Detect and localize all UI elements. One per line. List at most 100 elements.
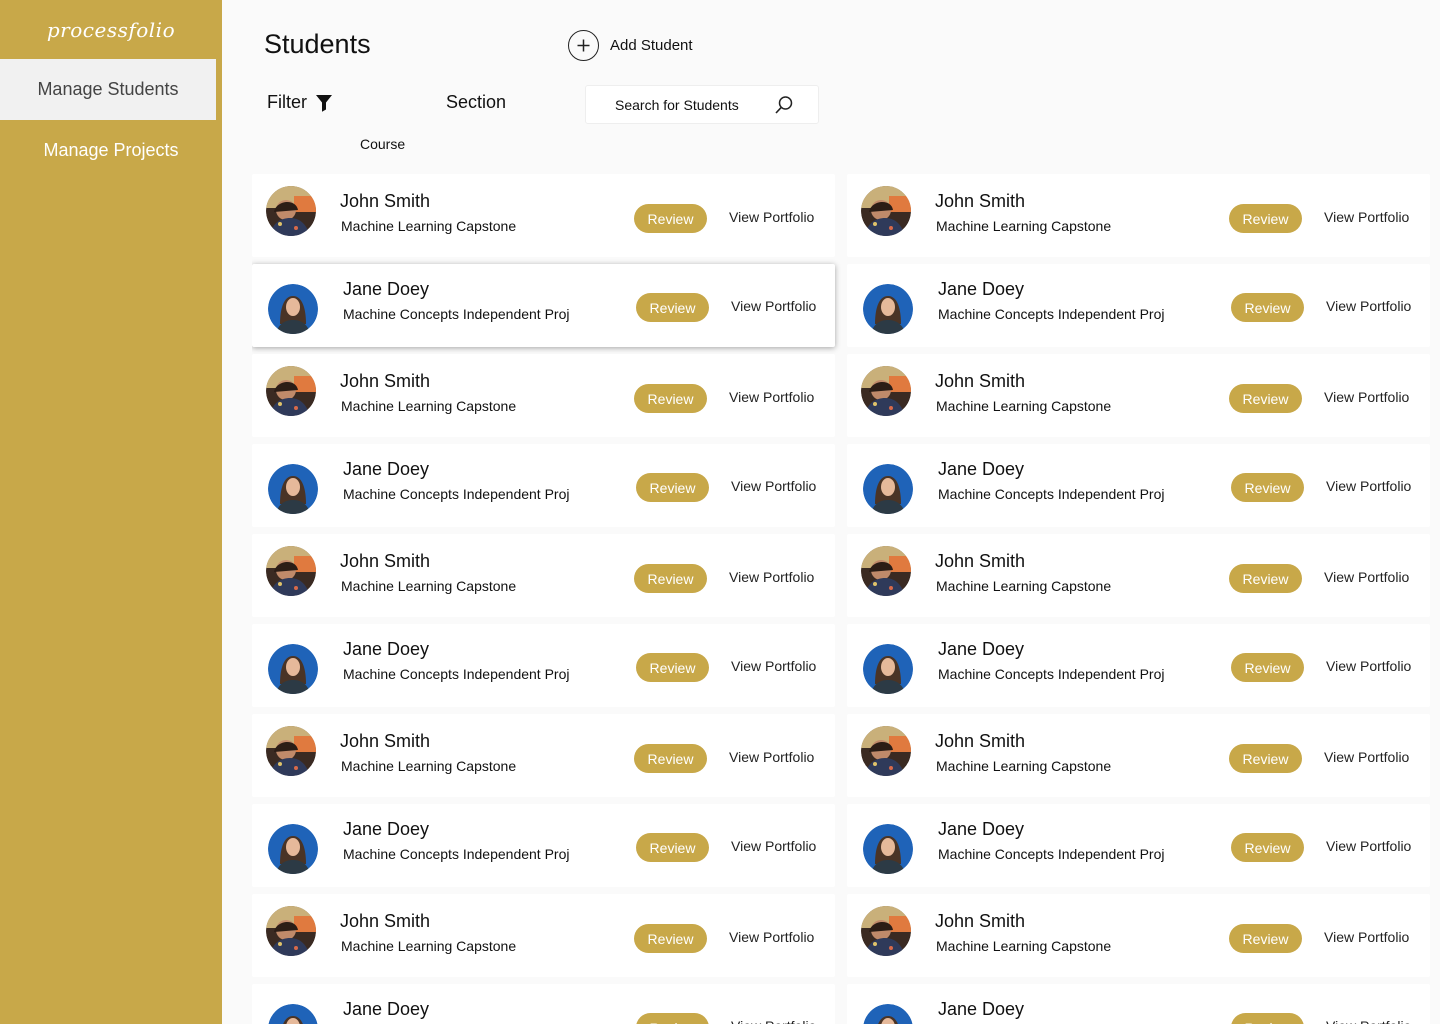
view-portfolio-link[interactable]: View Portfolio — [1324, 389, 1409, 405]
student-card[interactable]: John Smith Machine Learning Capstone Revie… — [252, 714, 835, 797]
page-title: Students — [264, 29, 371, 59]
view-portfolio-link[interactable]: View Portfolio — [1326, 478, 1411, 494]
search-input[interactable] — [615, 96, 775, 113]
review-button[interactable]: Review — [636, 293, 709, 322]
student-card[interactable]: Jane Doey Machine Concepts Independent Pr… — [252, 624, 835, 707]
student-card[interactable]: John Smith Machine Learning Capstone Revie… — [847, 174, 1430, 257]
student-name: John Smith — [935, 551, 1026, 571]
course-filter[interactable]: Course — [360, 136, 405, 152]
student-card[interactable]: John Smith Machine Learning Capstone Revie… — [252, 174, 835, 257]
view-portfolio-link[interactable]: View Portfolio — [1324, 209, 1409, 225]
view-portfolio-link[interactable]: View Portfolio — [1324, 749, 1409, 765]
sidebar-item-manage-projects[interactable]: Manage Projects — [0, 120, 222, 181]
review-button[interactable]: Review — [634, 204, 707, 233]
review-button[interactable]: Review — [1231, 293, 1304, 322]
student-name: John Smith — [340, 371, 431, 391]
view-portfolio-link[interactable]: View Portfolio — [729, 749, 814, 765]
filter-bar: Filter Course Section — [267, 92, 506, 152]
view-portfolio-link[interactable]: View Portfolio — [1326, 658, 1411, 674]
student-name: John Smith — [340, 911, 431, 931]
view-portfolio-link[interactable]: View Portfolio — [1326, 1018, 1411, 1024]
view-portfolio-link[interactable]: View Portfolio — [729, 569, 814, 585]
student-name: John Smith — [340, 731, 431, 751]
view-portfolio-link[interactable]: View Portfolio — [729, 929, 814, 945]
student-name: Jane Doey — [343, 279, 430, 299]
student-card[interactable]: Jane Doey Machine Concepts Independent Pr… — [252, 804, 835, 887]
student-card[interactable]: John Smith Machine Learning Capstone Revie… — [847, 894, 1430, 977]
student-course: Machine Learning Capstone — [341, 758, 517, 774]
student-course: Machine Concepts Independent Proj — [343, 486, 570, 502]
filter-label: Filter — [267, 92, 307, 112]
student-card[interactable]: John Smith Machine Learning Capstone Revie… — [252, 354, 835, 437]
review-button[interactable]: Review — [636, 1013, 709, 1024]
view-portfolio-link[interactable]: View Portfolio — [731, 1018, 816, 1024]
section-filter[interactable]: Section — [446, 92, 506, 113]
filter-button[interactable]: Filter — [267, 92, 332, 113]
avatar — [268, 644, 318, 694]
student-card[interactable]: Jane Doey Machine Concepts Independent Pr… — [847, 264, 1430, 347]
review-button[interactable]: Review — [1229, 564, 1302, 593]
student-card[interactable]: John Smith Machine Learning Capstone Revie… — [252, 894, 835, 977]
review-button[interactable]: Review — [634, 564, 707, 593]
student-card[interactable]: John Smith Machine Learning Capstone Revie… — [847, 354, 1430, 437]
student-name: John Smith — [935, 911, 1026, 931]
view-portfolio-link[interactable]: View Portfolio — [1324, 929, 1409, 945]
search-icon[interactable] — [774, 95, 794, 120]
plus-circle-icon — [568, 30, 599, 61]
review-button[interactable]: Review — [1231, 473, 1304, 502]
student-name: John Smith — [340, 191, 431, 211]
review-button[interactable]: Review — [1231, 1013, 1304, 1024]
student-course: Machine Learning Capstone — [936, 938, 1112, 954]
review-button[interactable]: Review — [1229, 204, 1302, 233]
student-name: John Smith — [935, 371, 1026, 391]
student-course: Machine Learning Capstone — [936, 218, 1112, 234]
review-button[interactable]: Review — [636, 833, 709, 862]
student-card[interactable]: John Smith Machine Learning Capstone Revie… — [847, 714, 1430, 797]
avatar — [268, 824, 318, 874]
view-portfolio-link[interactable]: View Portfolio — [1326, 298, 1411, 314]
funnel-icon — [316, 94, 332, 112]
review-button[interactable]: Review — [1229, 384, 1302, 413]
view-portfolio-link[interactable]: View Portfolio — [729, 209, 814, 225]
add-student-button[interactable]: Add Student — [568, 30, 693, 61]
view-portfolio-link[interactable]: View Portfolio — [729, 389, 814, 405]
student-name: Jane Doey — [343, 639, 430, 659]
view-portfolio-link[interactable]: View Portfolio — [1326, 838, 1411, 854]
app-logo[interactable]: processfolio — [0, 0, 222, 59]
student-card[interactable]: Jane Doey Machine Concepts Independent Pr… — [252, 264, 835, 347]
view-portfolio-link[interactable]: View Portfolio — [731, 298, 816, 314]
student-name: John Smith — [340, 551, 431, 571]
student-card[interactable]: Jane Doey Machine Concepts Independent Pr… — [252, 444, 835, 527]
student-card[interactable]: John Smith Machine Learning Capstone Revie… — [252, 534, 835, 617]
avatar — [268, 284, 318, 334]
avatar — [861, 366, 911, 416]
review-button[interactable]: Review — [634, 744, 707, 773]
avatar — [863, 1004, 913, 1024]
avatar — [266, 186, 316, 236]
view-portfolio-link[interactable]: View Portfolio — [731, 838, 816, 854]
student-course: Machine Concepts Independent Proj — [343, 666, 570, 682]
review-button[interactable]: Review — [636, 473, 709, 502]
view-portfolio-link[interactable]: View Portfolio — [731, 658, 816, 674]
review-button[interactable]: Review — [634, 924, 707, 953]
review-button[interactable]: Review — [1231, 833, 1304, 862]
avatar — [266, 366, 316, 416]
avatar — [861, 186, 911, 236]
student-card[interactable]: Jane Doey Review View Portfolio — [847, 984, 1430, 1024]
student-name: John Smith — [935, 191, 1026, 211]
view-portfolio-link[interactable]: View Portfolio — [1324, 569, 1409, 585]
review-button[interactable]: Review — [634, 384, 707, 413]
view-portfolio-link[interactable]: View Portfolio — [731, 478, 816, 494]
student-card[interactable]: John Smith Machine Learning Capstone Revie… — [847, 534, 1430, 617]
student-card[interactable]: Jane Doey Machine Concepts Independent Pr… — [847, 804, 1430, 887]
review-button[interactable]: Review — [1231, 653, 1304, 682]
sidebar-item-manage-students[interactable]: Manage Students — [0, 59, 216, 120]
review-button[interactable]: Review — [1229, 744, 1302, 773]
student-card[interactable]: Jane Doey Machine Concepts Independent Pr… — [847, 444, 1430, 527]
student-card[interactable]: Jane Doey Machine Concepts Independent Pr… — [847, 624, 1430, 707]
student-name: Jane Doey — [938, 819, 1025, 839]
review-button[interactable]: Review — [636, 653, 709, 682]
review-button[interactable]: Review — [1229, 924, 1302, 953]
student-name: Jane Doey — [343, 819, 430, 839]
student-card[interactable]: Jane Doey Review View Portfolio — [252, 984, 835, 1024]
